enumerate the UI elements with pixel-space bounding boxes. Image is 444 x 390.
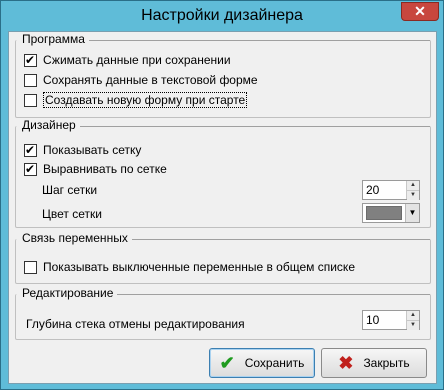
group-vars: Связь переменных Показывать выключенные … bbox=[15, 231, 431, 284]
cross-icon: ✖ bbox=[338, 352, 354, 373]
grid-color-row: Цвет сетки bbox=[42, 206, 102, 222]
undo-depth-spinner[interactable]: 10 ▲ ▼ bbox=[362, 310, 420, 330]
group-editing-title: Редактирование bbox=[20, 286, 116, 300]
checkbox-snap-grid-label: Выравнивать по сетке bbox=[43, 162, 167, 176]
spin-down-icon[interactable]: ▼ bbox=[407, 191, 419, 200]
undo-depth-input[interactable]: 10 bbox=[363, 311, 406, 329]
checkbox-compress[interactable]: Сжимать данные при сохранении bbox=[24, 52, 231, 68]
undo-depth-label: Глубина стека отмены редактирования bbox=[26, 317, 245, 331]
checkbox-compress-label: Сжимать данные при сохранении bbox=[43, 53, 231, 67]
group-designer: Дизайнер Показывать сетку Выравнивать по… bbox=[15, 118, 431, 228]
checkbox-snap-grid[interactable]: Выравнивать по сетке bbox=[24, 161, 167, 177]
grid-step-input[interactable]: 20 bbox=[363, 181, 406, 199]
window-title: Настройки дизайнера bbox=[141, 7, 303, 24]
grid-step-row: Шаг сетки bbox=[42, 182, 97, 198]
checkbox-show-grid[interactable]: Показывать сетку bbox=[24, 142, 141, 158]
spin-down-icon[interactable]: ▼ bbox=[407, 321, 419, 330]
checkbox-new-form[interactable]: Создавать новую форму при старте bbox=[24, 92, 248, 108]
close-button[interactable]: ✖ Закрыть bbox=[321, 348, 427, 378]
grid-step-spinner[interactable]: 20 ▲ ▼ bbox=[362, 180, 420, 200]
grid-color-label: Цвет сетки bbox=[42, 207, 102, 221]
checkbox-new-form-box[interactable] bbox=[24, 93, 37, 107]
dialog-window: Настройки дизайнера ✕ Программа Сжимать … bbox=[0, 0, 444, 390]
grid-color-picker[interactable]: ▼ bbox=[362, 203, 420, 223]
group-designer-title: Дизайнер bbox=[20, 118, 78, 132]
checkbox-save-text[interactable]: Сохранять данные в текстовой форме bbox=[24, 72, 258, 88]
check-icon: ✔ bbox=[219, 352, 235, 373]
grid-color-swatch bbox=[366, 206, 402, 220]
checkbox-compress-box[interactable] bbox=[24, 52, 37, 68]
grid-step-label: Шаг сетки bbox=[42, 183, 98, 197]
checkbox-new-form-label: Создавать новую форму при старте bbox=[43, 92, 248, 108]
window-close-button[interactable]: ✕ bbox=[401, 2, 439, 21]
close-icon: ✕ bbox=[414, 3, 426, 19]
dialog-body: Программа Сжимать данные при сохранении … bbox=[8, 31, 437, 384]
group-vars-title: Связь переменных bbox=[20, 231, 130, 245]
spin-up-icon[interactable]: ▲ bbox=[407, 181, 419, 191]
title-bar[interactable]: Настройки дизайнера ✕ bbox=[1, 1, 443, 31]
checkbox-show-grid-box[interactable] bbox=[24, 142, 37, 158]
save-button-label: Сохранить bbox=[244, 356, 305, 370]
group-editing: Редактирование Глубина стека отмены реда… bbox=[15, 286, 431, 340]
checkbox-save-text-label: Сохранять данные в текстовой форме bbox=[43, 73, 258, 87]
group-program: Программа Сжимать данные при сохранении … bbox=[15, 32, 431, 118]
checkbox-save-text-box[interactable] bbox=[24, 73, 37, 87]
undo-depth-row: Глубина стека отмены редактирования bbox=[26, 316, 245, 332]
chevron-down-icon[interactable]: ▼ bbox=[405, 204, 419, 222]
spin-up-icon[interactable]: ▲ bbox=[407, 311, 419, 321]
checkbox-snap-grid-box[interactable] bbox=[24, 161, 37, 177]
group-program-title: Программа bbox=[20, 32, 87, 46]
checkbox-show-disabled-box[interactable] bbox=[24, 260, 37, 274]
save-button[interactable]: ✔ Сохранить bbox=[209, 348, 315, 378]
checkbox-show-grid-label: Показывать сетку bbox=[43, 143, 142, 157]
checkbox-show-disabled[interactable]: Показывать выключенные переменные в обще… bbox=[24, 259, 355, 275]
checkbox-show-disabled-label: Показывать выключенные переменные в обще… bbox=[43, 260, 355, 274]
close-button-label: Закрыть bbox=[363, 356, 410, 370]
